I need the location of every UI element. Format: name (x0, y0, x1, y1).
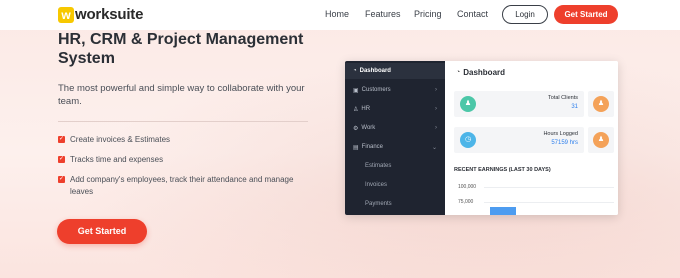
hero-subtitle: The most powerful and simple way to coll… (58, 83, 305, 107)
hero-title: HR, CRM & Project Management System (58, 31, 304, 67)
checkbox-icon: ✓ (58, 136, 65, 143)
stat-card-total-clients: ♟ Total Clients 31 (454, 91, 584, 117)
user-icon: ♟ (593, 132, 609, 148)
earnings-tick-label: 100,000 (458, 184, 477, 190)
nav-link-pricing[interactable]: Pricing (414, 9, 442, 19)
chevron-right-icon: › (435, 125, 437, 131)
feature-text: Add company's employees, track their att… (70, 175, 294, 196)
earnings-gridline (484, 202, 614, 203)
brand-logo[interactable]: w worksuite (58, 6, 143, 23)
feature-item: ✓ Create invoices & Estimates (58, 134, 310, 146)
dashboard-preview: ◔ Dashboard ▣ Customers › ♙ HR › ⚙ Work … (345, 61, 618, 215)
dashboard-sidebar: ◔ Dashboard ▣ Customers › ♙ HR › ⚙ Work … (345, 61, 445, 215)
earnings-tick-label: 75,000 (458, 199, 474, 205)
sidebar-subitem-payments: Payments (365, 201, 392, 207)
sidebar-item-customers: ▣ Customers › (345, 82, 445, 98)
hr-icon: ♙ (353, 106, 359, 113)
sidebar-item-label: Work (361, 125, 376, 131)
logo-mark-icon: w (58, 6, 74, 23)
clients-icon: ♟ (460, 96, 476, 112)
sidebar-item-work: ⚙ Work › (345, 120, 445, 136)
customers-icon: ▣ (353, 87, 359, 94)
feature-item: ✓ Add company's employees, track their a… (58, 174, 310, 198)
checkbox-icon: ✓ (58, 156, 65, 163)
sidebar-item-dashboard: ◔ Dashboard (345, 63, 445, 79)
dashboard-title: ◔ Dashboard (456, 68, 505, 77)
sidebar-item-label: HR (361, 106, 371, 112)
stat-value: 57159 hrs (551, 140, 578, 146)
sidebar-item-label: Customers (361, 87, 391, 93)
feature-item: ✓ Tracks time and expenses (58, 154, 310, 166)
nav-link-features[interactable]: Features (365, 9, 401, 19)
dashboard-title-text: Dashboard (463, 68, 506, 77)
stat-side-card: ♟ (588, 127, 614, 153)
chevron-down-icon: ⌄ (431, 144, 437, 151)
sidebar-item-label: Finance (361, 144, 384, 150)
sidebar-item-finance: ▤ Finance ⌄ (345, 139, 445, 155)
dashboard-icon: ◔ (353, 68, 357, 74)
dashboard-main: ◔ Dashboard ♟ Total Clients 31 ♟ ◷ Hours… (446, 61, 618, 215)
feature-text: Create invoices & Estimates (70, 135, 171, 144)
earnings-bar (490, 207, 516, 215)
sidebar-item-hr: ♙ HR › (345, 101, 445, 117)
earnings-gridline (484, 187, 614, 188)
brand-name: worksuite (75, 6, 144, 23)
chevron-right-icon: › (435, 106, 437, 112)
chevron-right-icon: › (435, 87, 437, 93)
checkbox-icon: ✓ (58, 176, 65, 183)
stat-label: Total Clients (548, 95, 578, 101)
nav-link-home[interactable]: Home (325, 9, 349, 19)
stat-value: 31 (571, 104, 578, 110)
user-icon: ♟ (593, 96, 609, 112)
login-button[interactable]: Login (502, 5, 548, 24)
stat-label: Hours Logged (543, 131, 578, 137)
top-navbar: w worksuite Home Features Pricing Contac… (0, 0, 680, 30)
hero-get-started-button[interactable]: Get Started (57, 219, 147, 244)
earnings-title: RECENT EARNINGS (LAST 30 DAYS) (454, 167, 551, 173)
stat-card-hours-logged: ◷ Hours Logged 57159 hrs (454, 127, 584, 153)
hero-divider (58, 121, 308, 122)
sidebar-subitem-invoices: Invoices (365, 182, 388, 188)
finance-icon: ▤ (353, 144, 359, 151)
nav-link-contact[interactable]: Contact (457, 9, 488, 19)
feature-text: Tracks time and expenses (70, 155, 164, 164)
dashboard-icon: ◔ (456, 69, 461, 76)
stat-side-card: ♟ (588, 91, 614, 117)
sidebar-item-label: Dashboard (359, 68, 391, 74)
sidebar-subitem-estimates: Estimates (365, 163, 392, 169)
header-get-started-button[interactable]: Get Started (554, 5, 618, 24)
work-icon: ⚙ (353, 125, 359, 132)
clock-icon: ◷ (460, 132, 476, 148)
